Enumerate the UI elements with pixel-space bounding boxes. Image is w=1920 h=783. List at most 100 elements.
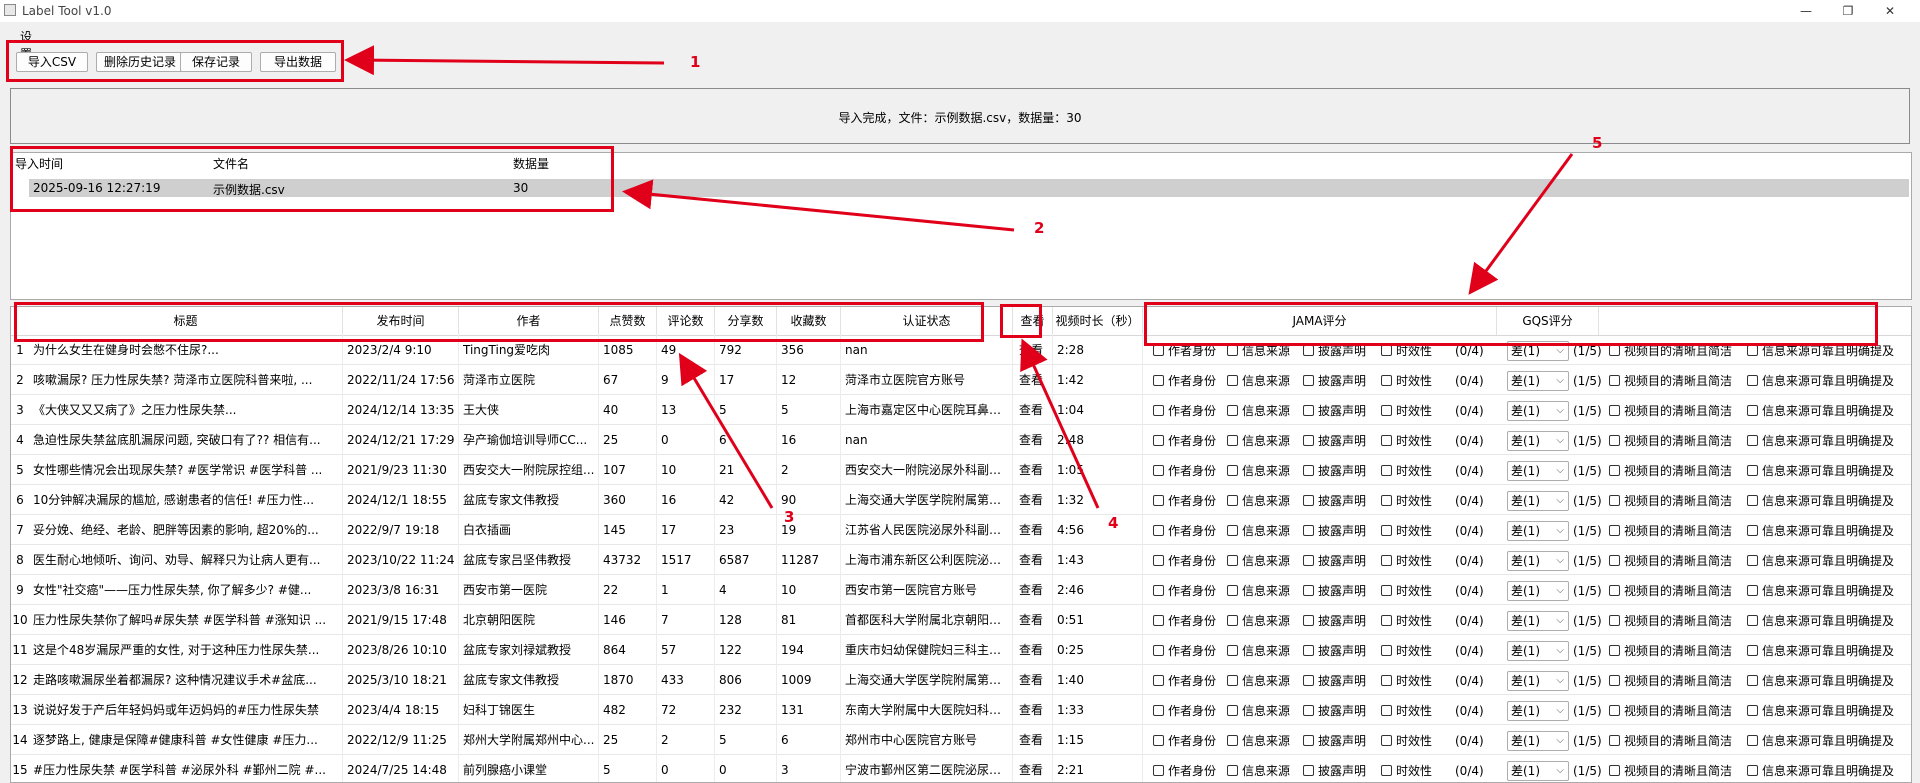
extra-checkbox-purpose[interactable]: 视频目的清晰且简洁: [1609, 463, 1732, 479]
checkbox-icon[interactable]: [1153, 375, 1164, 386]
extra-checkbox-purpose[interactable]: 视频目的清晰且简洁: [1609, 493, 1732, 509]
jama-checkbox[interactable]: 信息来源: [1227, 763, 1290, 779]
extra-checkbox-purpose[interactable]: 视频目的清晰且简洁: [1609, 613, 1732, 629]
checkbox-icon[interactable]: [1227, 405, 1238, 416]
gqs-select[interactable]: 差(1) ⌵: [1507, 581, 1569, 601]
checkbox-icon[interactable]: [1303, 435, 1314, 446]
checkbox-icon[interactable]: [1381, 405, 1392, 416]
minimize-button[interactable]: —: [1796, 2, 1816, 20]
checkbox-icon[interactable]: [1153, 765, 1164, 776]
table-row[interactable]: 10 压力性尿失禁你了解吗#尿失禁 #医学科普 #涨知识 ... 2021/9/15…: [11, 605, 1911, 635]
extra-checkbox-source[interactable]: 信息来源可靠且明确提及: [1747, 733, 1894, 749]
save-record-button[interactable]: 保存记录: [180, 52, 252, 72]
checkbox-icon[interactable]: [1609, 465, 1620, 476]
jama-checkbox[interactable]: 信息来源: [1227, 463, 1290, 479]
extra-checkbox-source[interactable]: 信息来源可靠且明确提及: [1747, 613, 1894, 629]
checkbox-icon[interactable]: [1303, 525, 1314, 536]
checkbox-icon[interactable]: [1747, 375, 1758, 386]
jama-checkbox[interactable]: 作者身份: [1153, 343, 1216, 359]
checkbox-icon[interactable]: [1303, 615, 1314, 626]
checkbox-icon[interactable]: [1609, 345, 1620, 356]
gqs-select[interactable]: 差(1) ⌵: [1507, 641, 1569, 661]
jama-checkbox[interactable]: 时效性: [1381, 553, 1432, 569]
table-row[interactable]: 5 女性哪些情况会出现尿失禁? #医学常识 #医学科普 ... 2021/9/23 …: [11, 455, 1911, 485]
extra-checkbox-purpose[interactable]: 视频目的清晰且简洁: [1609, 583, 1732, 599]
jama-checkbox[interactable]: 披露声明: [1303, 463, 1366, 479]
view-button[interactable]: 查看: [1019, 701, 1043, 719]
view-button[interactable]: 查看: [1019, 491, 1043, 509]
view-button[interactable]: 查看: [1019, 581, 1043, 599]
checkbox-icon[interactable]: [1609, 525, 1620, 536]
table-row[interactable]: 11 这是个48岁漏尿严重的女性, 对于这种压力性尿失禁... 2023/8/26 …: [11, 635, 1911, 665]
checkbox-icon[interactable]: [1747, 645, 1758, 656]
jama-checkbox[interactable]: 披露声明: [1303, 643, 1366, 659]
checkbox-icon[interactable]: [1609, 705, 1620, 716]
jama-checkbox[interactable]: 作者身份: [1153, 703, 1216, 719]
view-button[interactable]: 查看: [1019, 761, 1043, 779]
table-row[interactable]: 12 走路咳嗽漏尿坐着都漏尿? 这种情况建议手术#盆底... 2025/3/10 1…: [11, 665, 1911, 695]
checkbox-icon[interactable]: [1153, 345, 1164, 356]
jama-checkbox[interactable]: 信息来源: [1227, 703, 1290, 719]
checkbox-icon[interactable]: [1303, 645, 1314, 656]
jama-checkbox[interactable]: 披露声明: [1303, 373, 1366, 389]
extra-checkbox-source[interactable]: 信息来源可靠且明确提及: [1747, 403, 1894, 419]
checkbox-icon[interactable]: [1381, 375, 1392, 386]
gqs-select[interactable]: 差(1) ⌵: [1507, 401, 1569, 421]
checkbox-icon[interactable]: [1609, 675, 1620, 686]
header-verified[interactable]: 认证状态: [841, 307, 1013, 335]
header-jama[interactable]: JAMA评分: [1143, 307, 1497, 335]
gqs-select[interactable]: 差(1) ⌵: [1507, 671, 1569, 691]
jama-checkbox[interactable]: 时效性: [1381, 583, 1432, 599]
jama-checkbox[interactable]: 时效性: [1381, 493, 1432, 509]
jama-checkbox[interactable]: 信息来源: [1227, 613, 1290, 629]
checkbox-icon[interactable]: [1303, 495, 1314, 506]
table-row[interactable]: 8 医生耐心地倾听、询问、劝导、解释只为让病人更有... 2023/10/22 11…: [11, 545, 1911, 575]
jama-checkbox[interactable]: 作者身份: [1153, 523, 1216, 539]
jama-checkbox[interactable]: 信息来源: [1227, 643, 1290, 659]
checkbox-icon[interactable]: [1381, 735, 1392, 746]
gqs-select[interactable]: 差(1) ⌵: [1507, 551, 1569, 571]
view-button[interactable]: 查看: [1019, 431, 1043, 449]
view-button[interactable]: 查看: [1019, 611, 1043, 629]
checkbox-icon[interactable]: [1609, 375, 1620, 386]
checkbox-icon[interactable]: [1609, 735, 1620, 746]
checkbox-icon[interactable]: [1609, 585, 1620, 596]
gqs-select[interactable]: 差(1) ⌵: [1507, 371, 1569, 391]
gqs-select[interactable]: 差(1) ⌵: [1507, 521, 1569, 541]
checkbox-icon[interactable]: [1609, 435, 1620, 446]
checkbox-icon[interactable]: [1609, 615, 1620, 626]
checkbox-icon[interactable]: [1153, 615, 1164, 626]
checkbox-icon[interactable]: [1303, 555, 1314, 566]
extra-checkbox-purpose[interactable]: 视频目的清晰且简洁: [1609, 673, 1732, 689]
jama-checkbox[interactable]: 信息来源: [1227, 343, 1290, 359]
jama-checkbox[interactable]: 披露声明: [1303, 733, 1366, 749]
extra-checkbox-purpose[interactable]: 视频目的清晰且简洁: [1609, 523, 1732, 539]
jama-checkbox[interactable]: 时效性: [1381, 613, 1432, 629]
checkbox-icon[interactable]: [1303, 735, 1314, 746]
header-comments[interactable]: 评论数: [657, 307, 715, 335]
jama-checkbox[interactable]: 披露声明: [1303, 343, 1366, 359]
extra-checkbox-source[interactable]: 信息来源可靠且明确提及: [1747, 763, 1894, 779]
extra-checkbox-purpose[interactable]: 视频目的清晰且简洁: [1609, 643, 1732, 659]
extra-checkbox-source[interactable]: 信息来源可靠且明确提及: [1747, 553, 1894, 569]
jama-checkbox[interactable]: 披露声明: [1303, 613, 1366, 629]
checkbox-icon[interactable]: [1227, 345, 1238, 356]
gqs-select[interactable]: 差(1) ⌵: [1507, 491, 1569, 511]
checkbox-icon[interactable]: [1153, 585, 1164, 596]
view-button[interactable]: 查看: [1019, 731, 1043, 749]
extra-checkbox-purpose[interactable]: 视频目的清晰且简洁: [1609, 433, 1732, 449]
jama-checkbox[interactable]: 时效性: [1381, 703, 1432, 719]
jama-checkbox[interactable]: 信息来源: [1227, 433, 1290, 449]
jama-checkbox[interactable]: 时效性: [1381, 343, 1432, 359]
checkbox-icon[interactable]: [1381, 495, 1392, 506]
checkbox-icon[interactable]: [1381, 675, 1392, 686]
checkbox-icon[interactable]: [1609, 405, 1620, 416]
gqs-select[interactable]: 差(1) ⌵: [1507, 341, 1569, 361]
jama-checkbox[interactable]: 披露声明: [1303, 523, 1366, 539]
table-row[interactable]: 14 逐梦路上, 健康是保障#健康科普 #女性健康 #压力... 2022/12/9…: [11, 725, 1911, 755]
checkbox-icon[interactable]: [1747, 465, 1758, 476]
jama-checkbox[interactable]: 披露声明: [1303, 403, 1366, 419]
extra-checkbox-purpose[interactable]: 视频目的清晰且简洁: [1609, 703, 1732, 719]
jama-checkbox[interactable]: 作者身份: [1153, 673, 1216, 689]
jama-checkbox[interactable]: 时效性: [1381, 433, 1432, 449]
